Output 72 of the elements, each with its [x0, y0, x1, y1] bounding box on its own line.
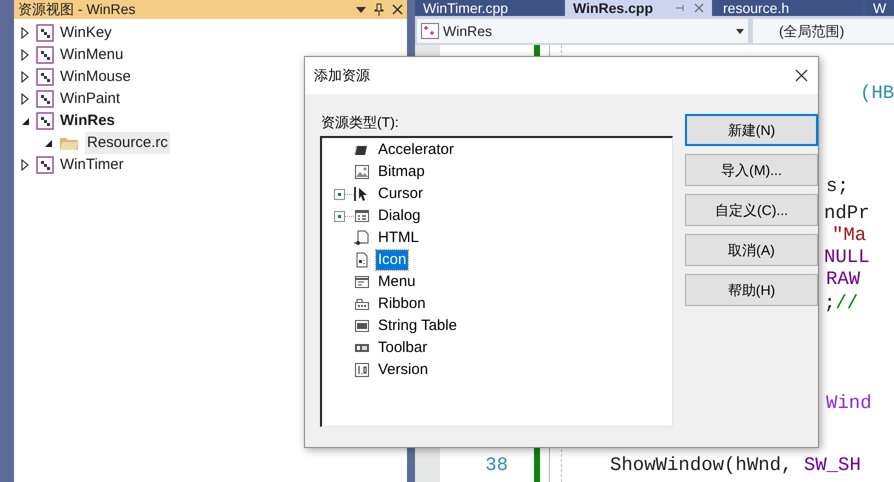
- code-line: RAW: [826, 268, 860, 290]
- dialog-button[interactable]: 帮助(H): [685, 274, 818, 306]
- caret-icon: [736, 28, 744, 34]
- collapsed-arrow-icon[interactable]: [20, 93, 30, 105]
- dialog-icon: [354, 208, 370, 224]
- resource-type-item[interactable]: Bitmap: [376, 162, 427, 182]
- line-number: 38: [485, 454, 508, 476]
- project-icon: [36, 46, 54, 64]
- dialog-button[interactable]: 新建(N): [685, 114, 818, 146]
- dialog-button[interactable]: 导入(M)...: [685, 154, 818, 186]
- close-icon[interactable]: [392, 4, 403, 15]
- expanded-arrow-icon[interactable]: [43, 138, 53, 148]
- dialog-button[interactable]: 自定义(C)...: [685, 194, 818, 226]
- file-label[interactable]: Resource.rc: [85, 132, 170, 154]
- collapsed-arrow-icon[interactable]: [20, 49, 30, 61]
- code-line: (HB: [860, 82, 894, 104]
- project-label[interactable]: WinPaint: [60, 88, 120, 110]
- code-line: Wind: [826, 392, 872, 414]
- editor-tab[interactable]: resource.h: [715, 0, 862, 16]
- dropdown-icon[interactable]: [356, 6, 366, 12]
- editor-tab[interactable]: WinTimer.cpp: [415, 0, 562, 16]
- document-icon: [354, 230, 370, 246]
- resource-type-item[interactable]: Toolbar: [376, 338, 430, 358]
- collapsed-arrow-icon[interactable]: [20, 27, 30, 39]
- project-icon: [36, 24, 54, 42]
- resource-type-item[interactable]: Icon: [376, 250, 408, 270]
- image-icon: [354, 164, 370, 180]
- string-table-icon: [354, 318, 370, 334]
- folder-icon: [59, 135, 79, 151]
- code-line: "Ma: [832, 224, 866, 246]
- resource-type-item[interactable]: HTML: [376, 228, 421, 248]
- resource-type-list[interactable]: Accelerator Bitmap Cursor Dialog HTML Icon Menu Ribbon String Table Toolbar Version: [320, 136, 673, 427]
- project-label[interactable]: WinRes: [60, 110, 115, 132]
- scope-dropdown[interactable]: (全局范围): [753, 19, 894, 43]
- resource-type-item[interactable]: Menu: [376, 272, 418, 292]
- expand-box-icon[interactable]: [334, 210, 354, 222]
- project-icon: [36, 68, 54, 86]
- dialog-title: 添加资源: [314, 66, 371, 85]
- project-label[interactable]: WinTimer: [60, 154, 124, 176]
- project-label[interactable]: WinMouse: [60, 66, 131, 88]
- menu-icon: [354, 274, 370, 290]
- project-icon: [36, 90, 54, 108]
- editor-tab[interactable]: W: [865, 0, 894, 16]
- code-line: ;//: [824, 292, 858, 314]
- collapsed-arrow-icon[interactable]: [20, 71, 30, 83]
- resource-type-item[interactable]: Cursor: [376, 184, 426, 204]
- code-line: s;: [826, 175, 849, 197]
- collapsed-arrow-icon[interactable]: [20, 159, 30, 171]
- project-label[interactable]: WinKey: [60, 22, 112, 44]
- project-icon: [36, 112, 54, 130]
- panel-title: 资源视图 - WinRes: [18, 1, 136, 18]
- dialog-button[interactable]: 取消(A): [685, 234, 818, 266]
- resource-type-item[interactable]: Dialog: [376, 206, 423, 226]
- code-line: ndPr: [824, 202, 870, 224]
- resource-type-item[interactable]: String Table: [376, 316, 459, 336]
- version-icon: [354, 362, 370, 378]
- resource-type-item[interactable]: Ribbon: [376, 294, 428, 314]
- expanded-arrow-icon[interactable]: [20, 116, 30, 126]
- project-icon: [421, 23, 439, 39]
- project-icon: [36, 156, 54, 174]
- pin-icon[interactable]: [374, 3, 384, 16]
- resource-type-item[interactable]: Version: [376, 360, 430, 380]
- close-icon[interactable]: [795, 69, 808, 82]
- project-dropdown[interactable]: WinRes: [417, 19, 748, 43]
- code-line: ShowWindow(hWnd, SW_SH: [610, 454, 861, 476]
- project-label[interactable]: WinMenu: [60, 44, 124, 66]
- code-line: NULL: [824, 246, 870, 268]
- ribbon-icon: [354, 296, 370, 312]
- resource-type-item[interactable]: Accelerator: [376, 140, 456, 160]
- list-label: 资源类型(T):: [320, 113, 400, 131]
- expand-box-icon[interactable]: [334, 188, 354, 200]
- icon-file-icon: [354, 252, 370, 268]
